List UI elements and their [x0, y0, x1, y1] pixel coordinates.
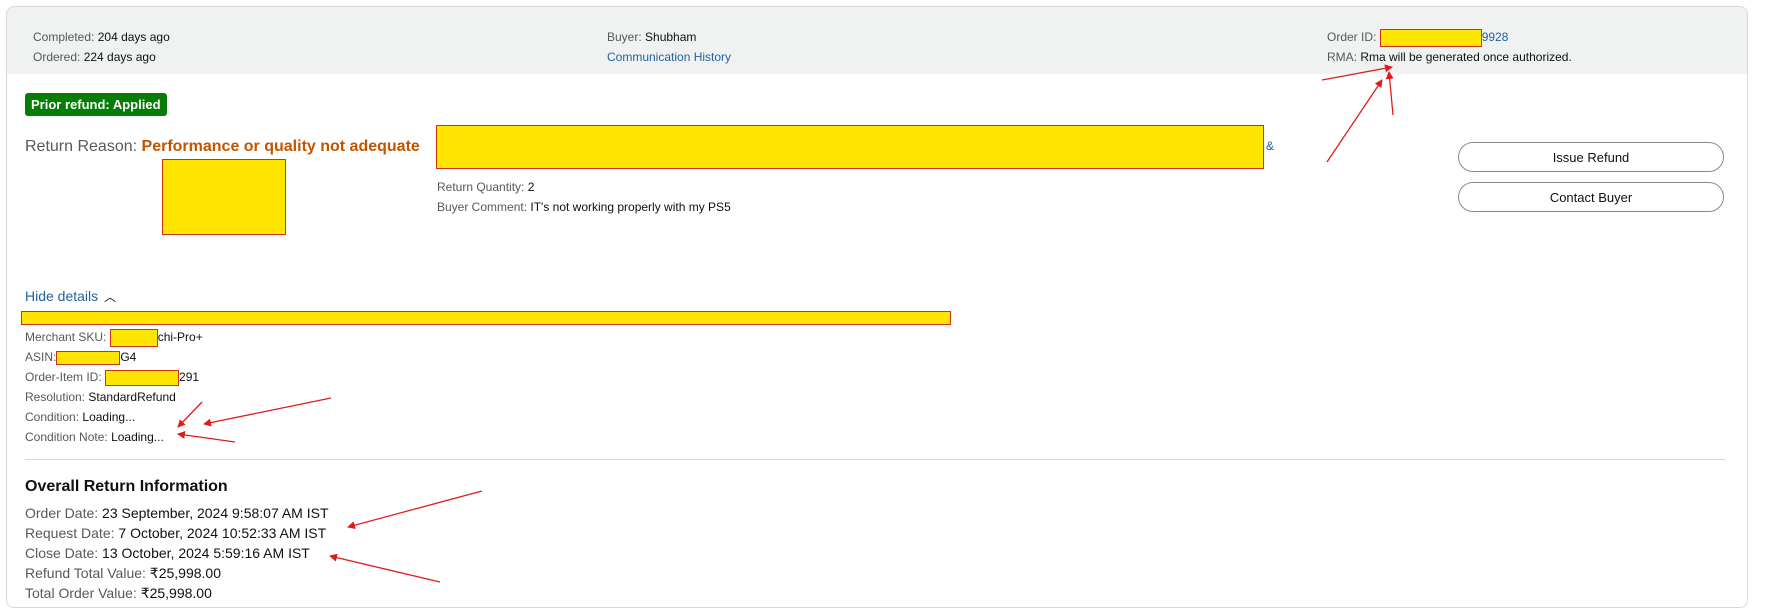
return-reason: Return Reason: Performance or quality no…	[25, 138, 420, 156]
completed-value: 204 days ago	[97, 30, 170, 44]
asin-value: G4	[120, 350, 137, 364]
buyer-name: Shubham	[645, 30, 697, 44]
completed-label: Completed:	[33, 30, 95, 44]
rma-line: RMA: Rma will be generated once authoriz…	[1327, 47, 1572, 67]
refund-total-amount: ₹25,998.00	[149, 565, 221, 581]
merchant-sku-label: Merchant SKU:	[25, 330, 107, 344]
total-order-amount: ₹25,998.00	[140, 585, 212, 601]
order-date-value: 23 September, 2024 9:58:07 AM IST	[102, 505, 329, 521]
condition: Condition: Loading...	[25, 408, 135, 426]
condition-label: Condition:	[25, 410, 80, 424]
ordered-label: Ordered:	[33, 50, 81, 64]
redaction-box	[1379, 28, 1482, 47]
resolution: Resolution: StandardRefund	[25, 388, 176, 406]
return-quantity: Return Quantity: 2	[437, 178, 534, 196]
total-order-label: Total Order Value:	[25, 585, 137, 601]
refund-total-value: Refund Total Value: ₹25,998.00	[25, 563, 221, 583]
asin: ASIN: G4	[25, 348, 136, 366]
return-header: Completed: 204 days ago Ordered: 224 day…	[7, 7, 1747, 74]
order-date-label: Order Date:	[25, 505, 99, 521]
prior-refund-badge: Prior refund: Applied	[25, 93, 167, 116]
resolution-value: StandardRefund	[88, 390, 176, 404]
redaction-box	[162, 159, 286, 235]
hide-details-label: Hide details	[25, 288, 99, 304]
refund-total-label: Refund Total Value:	[25, 565, 146, 581]
order-id-label: Order ID:	[1327, 30, 1377, 44]
return-quantity-label: Return Quantity:	[437, 180, 525, 194]
buyer-line: Buyer: Shubham	[607, 27, 696, 47]
ordered-value: 224 days ago	[83, 50, 156, 64]
merchant-sku: Merchant SKU: chi-Pro+	[25, 328, 203, 347]
contact-buyer-button[interactable]: Contact Buyer	[1458, 182, 1724, 212]
return-card: Completed: 204 days ago Ordered: 224 day…	[6, 6, 1748, 608]
close-date: Close Date: 13 October, 2024 5:59:16 AM …	[25, 543, 310, 563]
condition-value: Loading...	[82, 410, 136, 424]
communication-history-link[interactable]: Communication History	[607, 47, 731, 67]
return-quantity-value: 2	[527, 180, 535, 194]
order-item-label: Order-Item ID:	[25, 370, 102, 384]
redaction-box	[105, 369, 180, 386]
buyer-comment: Buyer Comment: IT's not working properly…	[437, 198, 731, 216]
asin-label: ASIN:	[25, 350, 57, 364]
return-reason-label: Return Reason:	[25, 138, 138, 155]
buyer-label: Buyer:	[607, 30, 642, 44]
order-date: Order Date: 23 September, 2024 9:58:07 A…	[25, 503, 329, 523]
section-divider	[25, 459, 1725, 460]
rma-label: RMA:	[1327, 50, 1357, 64]
order-id-link[interactable]: 9928	[1482, 30, 1509, 44]
buyer-comment-value: IT's not working properly with my PS5	[530, 200, 731, 214]
close-date-label: Close Date:	[25, 545, 99, 561]
order-item-id: Order-Item ID: 291	[25, 368, 199, 386]
condition-note-value: Loading...	[111, 430, 164, 444]
redaction-box	[21, 311, 951, 325]
order-id-line: Order ID: 9928	[1327, 27, 1508, 47]
issue-refund-button[interactable]: Issue Refund	[1458, 142, 1724, 172]
order-item-value: 291	[179, 370, 200, 384]
redaction-box	[436, 125, 1264, 169]
chevron-up-icon: ︿	[104, 290, 117, 304]
resolution-label: Resolution:	[25, 390, 86, 404]
redaction-box	[56, 350, 121, 365]
truncated-link-char: &	[1266, 139, 1275, 153]
condition-note-label: Condition Note:	[25, 430, 108, 444]
merchant-sku-value: chi-Pro+	[157, 330, 203, 344]
hide-details-toggle[interactable]: Hide details ︿	[25, 288, 116, 305]
close-date-value: 13 October, 2024 5:59:16 AM IST	[102, 545, 310, 561]
request-date-value: 7 October, 2024 10:52:33 AM IST	[118, 525, 327, 541]
total-order-value: Total Order Value: ₹25,998.00	[25, 583, 212, 603]
completed-line: Completed: 204 days ago	[33, 27, 170, 47]
ordered-line: Ordered: 224 days ago	[33, 47, 156, 67]
return-reason-value: Performance or quality not adequate	[141, 138, 420, 155]
request-date-label: Request Date:	[25, 525, 115, 541]
buyer-comment-label: Buyer Comment:	[437, 200, 528, 214]
overall-return-heading: Overall Return Information	[25, 478, 228, 495]
condition-note: Condition Note: Loading...	[25, 428, 164, 446]
request-date: Request Date: 7 October, 2024 10:52:33 A…	[25, 523, 326, 543]
redaction-box	[109, 328, 158, 347]
rma-value: Rma will be generated once authorized.	[1360, 50, 1572, 64]
